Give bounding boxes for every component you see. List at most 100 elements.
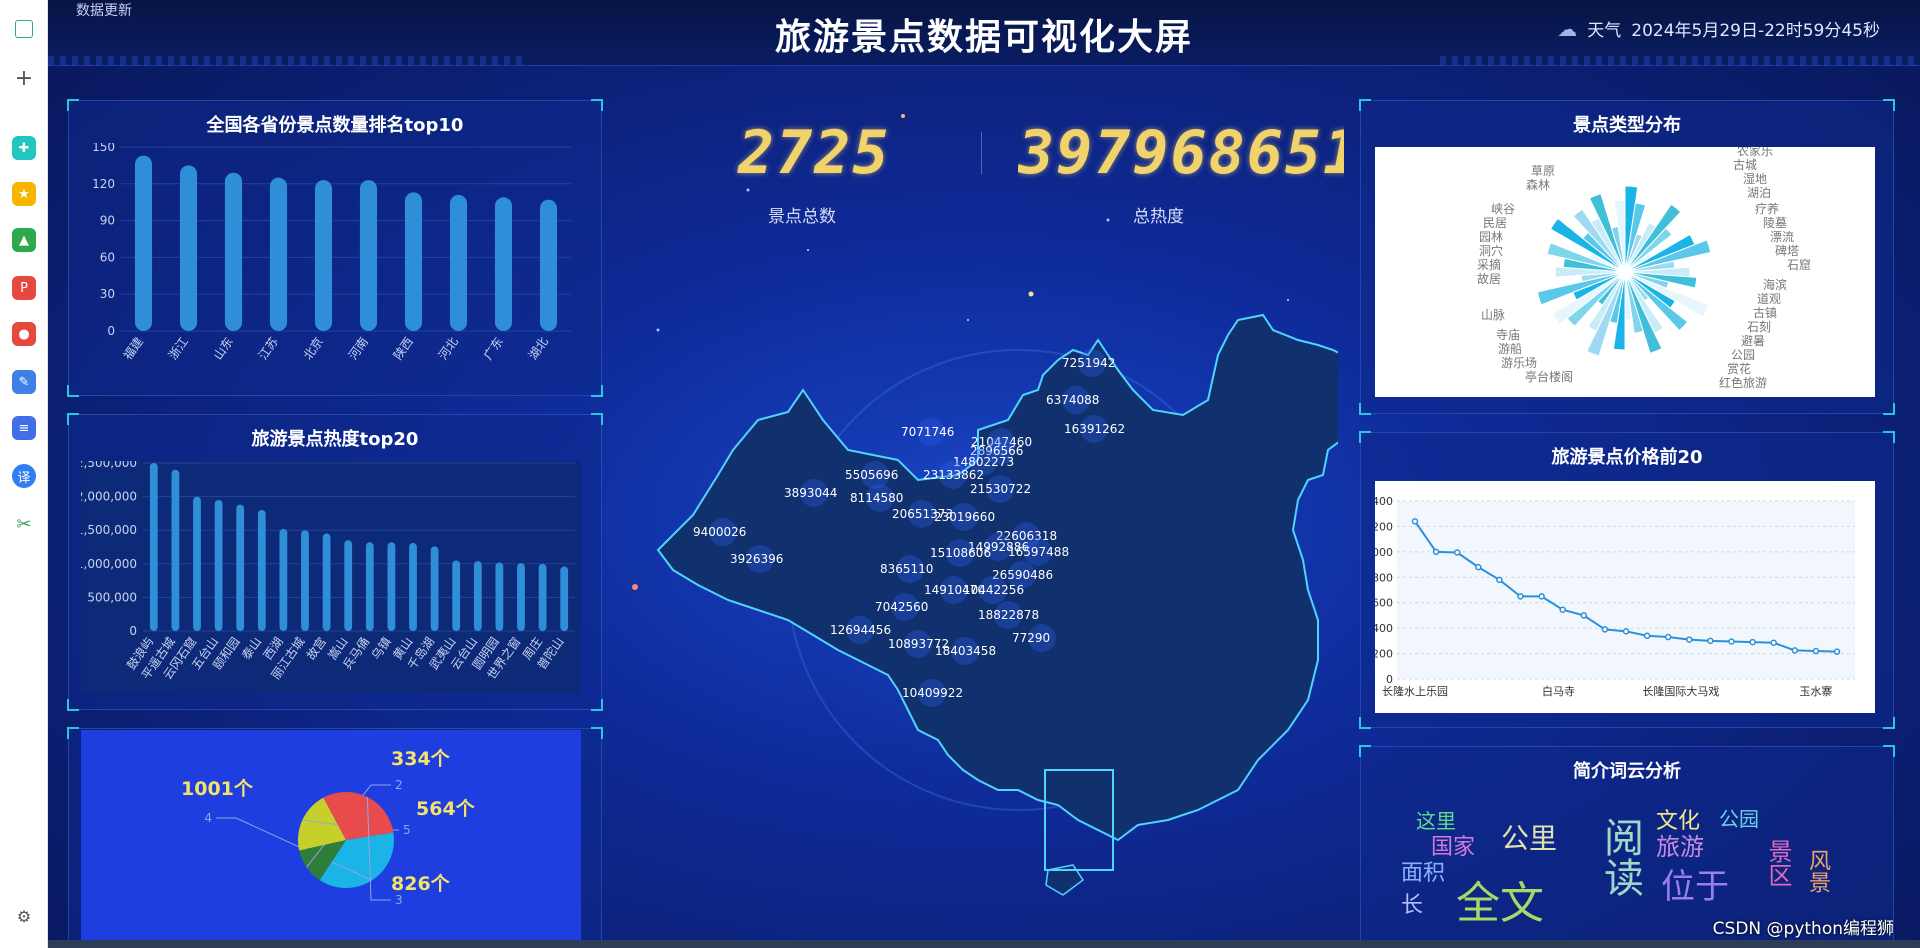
wordcloud-word: 公里: [1501, 822, 1558, 855]
x-tick-label: 长隆国际大马戏: [1642, 684, 1719, 698]
video-ai-icon[interactable]: ●: [12, 322, 36, 346]
rating-pie-panel: 4 1001个 2 334个 5 564个 3 826个: [67, 727, 603, 948]
province-top10-panel: 全国各省份景点数量排名top10 150 120 90 60 30 0 福建 浙江 山东 江苏 北京…: [67, 99, 603, 397]
map-value-label: 18822878: [978, 608, 1039, 622]
y-tick-label: 60: [100, 250, 115, 264]
rose-category-label: 采摘: [1477, 257, 1501, 272]
type-distribution-title: 景点类型分布: [1573, 115, 1681, 136]
type-pie-chart: 草原森林峡谷民居园林洞穴采摘故居山脉寺庙游船游乐场亭台楼阁 农家乐古城湿地湖泊疗养…: [1375, 147, 1875, 397]
x-tick-label: 玉水寨: [1799, 684, 1832, 698]
star-icon[interactable]: ★: [12, 182, 36, 206]
rose-category-label: 森林: [1526, 177, 1550, 192]
rose-category-label: 山脉: [1481, 307, 1505, 322]
image-ai-icon[interactable]: ▲: [12, 228, 36, 252]
rose-category-label: 古城: [1733, 157, 1757, 172]
bar: [409, 542, 417, 631]
y-tick-label: 2,000,000: [81, 490, 137, 504]
scissors-icon[interactable]: ✂: [12, 512, 36, 536]
y-tick-label: 400: [1375, 495, 1393, 508]
y-tick-label: 000: [1375, 546, 1393, 559]
bar: [314, 180, 333, 331]
pdf-ai-icon[interactable]: P: [12, 276, 36, 300]
bar: [257, 510, 266, 631]
home-icon[interactable]: [15, 20, 33, 38]
map-value-label: 8114580: [850, 491, 903, 505]
x-tick-label: 浙江: [166, 335, 191, 363]
map-value-label: 77290: [1012, 631, 1050, 645]
wordcloud-word: 景区: [1764, 839, 1792, 887]
map-value-label: 9400026: [693, 525, 746, 539]
translate-icon[interactable]: 译: [12, 464, 36, 488]
map-value-label: 8365110: [880, 562, 933, 576]
bar: [452, 560, 461, 631]
price-point: [1812, 647, 1820, 655]
map-value-label: 23019660: [934, 510, 995, 524]
price-point: [1686, 636, 1693, 643]
price-point: [1601, 626, 1609, 633]
x-tick-label: 泰山: [239, 635, 264, 663]
x-tick-label: 山东: [211, 335, 236, 363]
rose-category-label: 民居: [1483, 216, 1507, 230]
x-tick-label: 白马寺: [1542, 684, 1575, 698]
rose-category-label: 石窟: [1787, 257, 1811, 272]
datetime-text: 2024年5月29日-22时59分45秒: [1631, 21, 1880, 41]
x-tick-label: 湖北: [525, 334, 551, 362]
price-point: [1664, 633, 1672, 641]
bar: [495, 562, 504, 631]
bar: [365, 542, 374, 631]
y-tick-label: 120: [92, 177, 115, 191]
x-tick-label: 河南: [345, 334, 371, 362]
map-value-label: 3926396: [730, 552, 783, 566]
y-tick-label: 90: [100, 214, 115, 228]
x-tick-label: 北京: [301, 335, 326, 363]
pie-value-label: 826个: [391, 873, 451, 895]
rose-category-label: 陵墓: [1763, 216, 1787, 230]
bar: [179, 165, 198, 331]
bar: [359, 180, 378, 331]
browser-sidebar: + ✚ ★ ▲ P ● ✎ ≡ 译 ✂ ⚙: [0, 0, 48, 948]
doc-ai-icon[interactable]: ≡: [12, 416, 36, 440]
price-point: [1517, 593, 1524, 600]
x-tick-label: 河北: [436, 335, 461, 363]
bar: [539, 199, 558, 331]
settings-icon[interactable]: ⚙: [12, 904, 36, 928]
map-value-label: 16597488: [1008, 545, 1069, 559]
bar: [387, 542, 396, 631]
bar: [473, 561, 482, 631]
x-tick-label: 故宫: [303, 634, 329, 662]
pie-value-label: 334个: [391, 748, 451, 770]
rose-category-label: 避暑: [1741, 334, 1765, 348]
bottom-strip: [48, 940, 1920, 948]
price-point: [1496, 576, 1503, 584]
type-distribution-panel: 景点类型分布 草原 森林 峡谷 民居 园林 洞穴 采摘 故居 山脉 寺庙 游船 游乐场 亭台楼阁 农家乐古…: [1359, 99, 1895, 415]
bar: [430, 546, 439, 631]
bar: [322, 533, 331, 631]
y-tick-label: 1,500,000: [81, 523, 137, 537]
heat-top20-title: 旅游景点热度top20: [251, 429, 419, 450]
pie-value-label: 1001个: [181, 778, 254, 800]
edit-ai-icon[interactable]: ✎: [12, 370, 36, 394]
y-tick-label: 150: [92, 143, 115, 154]
map-value-label: 23133862: [923, 468, 984, 482]
x-tick-label: 乌镇: [368, 634, 394, 662]
rose-category-label: 洞穴: [1479, 243, 1503, 258]
rose-category-label: 寺庙: [1496, 328, 1520, 342]
price-point: [1707, 637, 1714, 645]
y-tick-label: 400: [1375, 622, 1393, 635]
price-point: [1580, 612, 1588, 619]
x-tick-label: 长隆水上乐园: [1382, 684, 1448, 698]
wordcloud-word: 旅游: [1656, 833, 1704, 861]
pie-slice-label: 4: [204, 811, 212, 825]
app-icon-1[interactable]: ✚: [12, 136, 36, 160]
x-tick-label: 福建: [120, 334, 146, 362]
rose-category-label: 疗养: [1755, 201, 1779, 216]
rose-category-label: 红色旅游: [1719, 375, 1767, 390]
add-icon[interactable]: +: [12, 66, 36, 91]
x-tick-label: 江苏: [256, 335, 281, 363]
bar: [517, 563, 525, 631]
x-tick-label: 广东: [481, 335, 506, 363]
rose-category-label: 游船: [1498, 342, 1522, 356]
map-value-label: 10409922: [902, 686, 963, 700]
price-point: [1559, 606, 1566, 613]
bar: [449, 194, 468, 331]
